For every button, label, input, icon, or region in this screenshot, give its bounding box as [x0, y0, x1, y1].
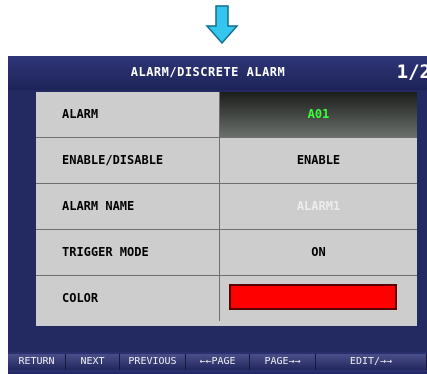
next-page-button[interactable]: PAGE→→ — [250, 354, 316, 370]
bottom-nav-bar: RETURN NEXT PREVIOUS ←←PAGE PAGE→→ EDIT/… — [8, 352, 427, 372]
prev-page-button[interactable]: ←←PAGE — [186, 354, 250, 370]
row-alarm-name: ALARM NAME ALARM1 — [36, 184, 417, 230]
row-trigger-mode: TRIGGER MODE ON — [36, 230, 417, 276]
label-enable-disable: ENABLE/DISABLE — [36, 138, 220, 183]
page-indicator: 1/2 — [396, 61, 427, 83]
value-alarm-name[interactable]: ALARM1 — [220, 184, 417, 229]
return-button[interactable]: RETURN — [8, 354, 66, 370]
label-color: COLOR — [36, 276, 220, 321]
row-alarm: ALARM A01 — [36, 92, 417, 138]
previous-button[interactable]: PREVIOUS — [120, 354, 186, 370]
screen-title: ALARM/DISCRETE ALARM — [130, 65, 286, 79]
down-arrow-icon — [205, 5, 239, 45]
label-alarm-name: ALARM NAME — [36, 184, 220, 229]
settings-table: ALARM A01 ENABLE/DISABLE ENABLE ALARM NA… — [36, 92, 417, 326]
row-color: COLOR — [36, 276, 417, 322]
value-trigger-mode[interactable]: ON — [220, 230, 417, 275]
label-trigger-mode: TRIGGER MODE — [36, 230, 220, 275]
label-alarm: ALARM — [36, 92, 220, 137]
next-button[interactable]: NEXT — [66, 354, 120, 370]
row-enable-disable: ENABLE/DISABLE ENABLE — [36, 138, 417, 184]
color-swatch[interactable] — [229, 284, 397, 310]
value-alarm[interactable]: A01 — [220, 92, 417, 137]
title-bar: ALARM/DISCRETE ALARM 1/2 — [8, 56, 427, 90]
edit-button[interactable]: EDIT/→→ — [316, 354, 427, 370]
hmi-screen: ALARM/DISCRETE ALARM 1/2 ALARM A01 ENABL… — [8, 56, 427, 374]
value-enable-disable[interactable]: ENABLE — [220, 138, 417, 183]
